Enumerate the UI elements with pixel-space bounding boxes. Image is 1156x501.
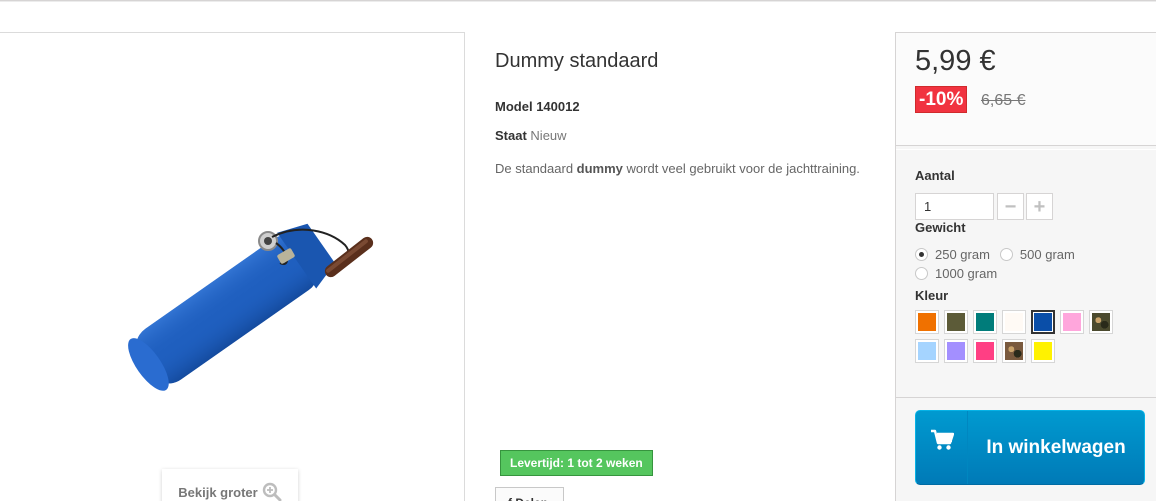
color-swatch-camo-green[interactable]	[1089, 310, 1113, 334]
color-swatch-fill	[976, 342, 994, 360]
weight-option-label: 500 gram	[1019, 247, 1075, 262]
product-info: Dummy standaard Model 140012 Staat Nieuw…	[495, 32, 875, 501]
color-swatch-white[interactable]	[1002, 310, 1026, 334]
color-swatch-fill	[1005, 342, 1023, 360]
product-description: De standaard dummy wordt veel gebruikt v…	[495, 161, 860, 176]
product-condition: Staat Nieuw	[495, 128, 567, 143]
product-image-panel: Bekijk groter	[0, 32, 465, 501]
desc-text: De standaard	[495, 161, 577, 176]
color-swatch-fill	[976, 313, 994, 331]
color-swatch-yellow[interactable]	[1031, 339, 1055, 363]
quantity-label: Aantal	[915, 168, 955, 183]
old-price: 6,65 €	[981, 92, 1026, 109]
weight-option-label: 1000 gram	[935, 266, 998, 281]
color-swatch-fill	[1034, 313, 1052, 331]
color-swatches	[915, 310, 1125, 363]
weight-options-row2: 1000 gram	[915, 266, 997, 281]
add-to-cart-button[interactable]: In winkelwagen	[915, 410, 1145, 485]
color-swatch-fill	[1092, 313, 1110, 331]
delivery-badge: Levertijd: 1 tot 2 weken	[500, 450, 653, 476]
weight-radio-500[interactable]	[999, 248, 1013, 261]
discount-badge: -10%	[915, 86, 968, 113]
color-swatch-lilac[interactable]	[944, 339, 968, 363]
buy-box: 5,99 € -10% 6,65 € Aantal − + Gewicht 25…	[895, 32, 1156, 501]
quantity-plus-button[interactable]: +	[1026, 193, 1053, 220]
options-section: Aantal − + Gewicht 250 gram 500 gram 100…	[896, 149, 1156, 396]
color-swatch-light-blue[interactable]	[915, 339, 939, 363]
color-swatch-magenta[interactable]	[973, 339, 997, 363]
condition-label: Staat	[495, 128, 527, 143]
weight-radio-1000[interactable]	[915, 267, 928, 280]
price-section: 5,99 € -10% 6,65 €	[896, 33, 1156, 146]
color-swatch-fill	[1063, 313, 1081, 331]
quantity-input[interactable]	[915, 193, 994, 220]
share-button[interactable]: f Delen	[495, 487, 564, 501]
product-image[interactable]	[90, 193, 390, 393]
weight-option-label: 250 gram	[935, 247, 990, 262]
weight-label: Gewicht	[915, 220, 966, 235]
cart-section: In winkelwagen	[896, 397, 1156, 501]
zoom-button[interactable]: Bekijk groter	[162, 469, 298, 501]
weight-options-row1: 250 gram 500 gram	[915, 247, 1075, 262]
weight-radio-250[interactable]	[915, 248, 928, 261]
product-model: Model 140012	[495, 99, 580, 114]
top-divider-shadow	[0, 1, 1156, 2]
desc-bold: dummy	[576, 161, 623, 176]
desc-text-end: wordt veel gebruikt voor de jachttrainin…	[622, 161, 860, 176]
color-swatch-pink[interactable]	[1060, 310, 1084, 334]
color-swatch-blue[interactable]	[1031, 310, 1055, 334]
current-price: 5,99 €	[915, 45, 996, 77]
color-swatch-fill	[918, 313, 936, 331]
color-swatch-camo-brown[interactable]	[1002, 339, 1026, 363]
quantity-minus-button[interactable]: −	[997, 193, 1024, 220]
color-swatch-fill	[1034, 342, 1052, 360]
color-swatch-olive[interactable]	[944, 310, 968, 334]
model-value: 140012	[536, 99, 580, 114]
color-swatch-fill	[947, 342, 965, 360]
model-label: Model	[495, 99, 533, 114]
add-to-cart-label: In winkelwagen	[986, 437, 1126, 458]
color-swatch-fill	[918, 342, 936, 360]
color-swatch-fill	[947, 313, 965, 331]
zoom-in-icon	[262, 482, 282, 501]
zoom-label: Bekijk groter	[178, 484, 258, 500]
condition-value: Nieuw	[530, 128, 567, 143]
shopping-cart-icon	[916, 411, 968, 484]
product-title: Dummy standaard	[495, 50, 659, 72]
color-label: Kleur	[915, 288, 949, 303]
color-swatch-teal[interactable]	[973, 310, 997, 334]
color-swatch-fill	[1005, 313, 1023, 331]
color-swatch-orange[interactable]	[915, 310, 939, 334]
